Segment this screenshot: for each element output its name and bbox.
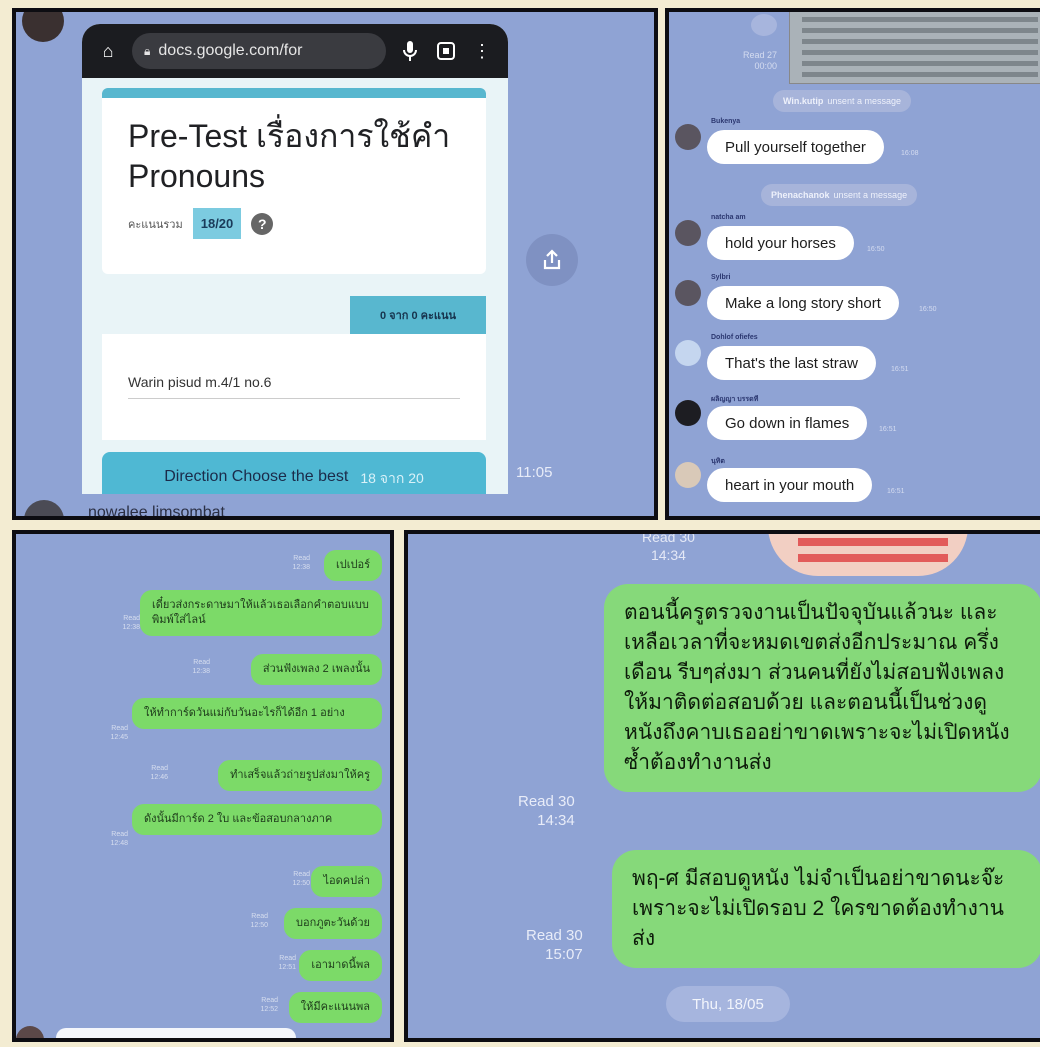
sender-name: natcha am	[711, 214, 746, 221]
avatar[interactable]	[24, 500, 64, 516]
message-bubble[interactable]: ตอนนี้ครูตรวจงานเป็นปัจจุบันแล้วนะ และเห…	[604, 584, 1040, 792]
date-separator: Thu, 18/05	[666, 986, 790, 1022]
read-receipt: Read 12:38	[192, 659, 210, 675]
message-time: 16:50	[919, 306, 937, 313]
message-bubble[interactable]: Make a long story short	[707, 286, 899, 320]
message-time: 16:51	[891, 366, 909, 373]
message-time: 11:05	[516, 464, 553, 481]
panel-teacher-chat-1: Read 12:38 เปเปอร์ Read 12:38 เดี๋ยวส่งก…	[12, 530, 394, 1042]
panel-google-form-screenshot: ⌂ 🔒︎ docs.google.com/for ⋮ Pre-Test เรื่…	[12, 8, 658, 520]
message-bubble[interactable]: ทำเสร็จแล้วถ่ายรูปส่งมาให้ครู	[218, 760, 382, 791]
message-bubble[interactable]: ไอดคปล่า	[311, 866, 382, 897]
read-receipt: Read 12:45	[110, 725, 128, 741]
sender-name: Sylbri	[711, 274, 731, 281]
avatar[interactable]	[16, 1026, 44, 1038]
notice-name: Phenachanok	[771, 190, 830, 200]
read-receipt: Read 30 14:34	[642, 530, 695, 563]
read-receipt: Read 12:46	[150, 765, 168, 781]
message-bubble[interactable]: พฤ-ศ มีสอบดูหนัง ไม่จำเป็นอย่าขาดนะจ๊ะเพ…	[612, 850, 1040, 968]
sender-name: Bukenya	[711, 118, 741, 125]
read-receipt: Read 27 00:00	[743, 50, 778, 71]
answer-text: Warin pisud m.4/1 no.6	[128, 374, 460, 399]
read-receipt: Read 12:50	[250, 913, 268, 929]
direction-bar: Direction Choose the best 18 จาก 20	[102, 452, 486, 494]
message-bubble[interactable]: เอามาดนี้พล	[299, 950, 382, 981]
read-receipt: Read 30 15:07	[526, 927, 583, 963]
read-receipt: Read 12:38	[122, 615, 140, 631]
read-receipt: Read 12:48	[110, 831, 128, 847]
avatar[interactable]	[675, 462, 701, 488]
read-receipt: Read 12:51	[278, 955, 296, 971]
direction-text: Direction Choose the best	[164, 468, 349, 485]
message-bubble[interactable]: ให้ทำการ์ดวันแม่กับวันอะไรก็ได้อีก 1 อย่…	[132, 698, 382, 729]
read-receipt: Read 12:52	[260, 997, 278, 1013]
browser-toolbar: ⌂ 🔒︎ docs.google.com/for ⋮	[82, 24, 508, 78]
sender-name: ผลิญญา บรรดที	[711, 396, 759, 403]
points-label: 0 จาก 0 คะแนน	[350, 296, 486, 334]
read-receipt: Read 12:50	[292, 871, 310, 887]
message-bubble[interactable]: บอกภูตะวันด้วย	[283, 908, 382, 939]
more-menu-icon[interactable]: ⋮	[470, 39, 494, 63]
system-notice: Phenachanok unsent a message	[761, 184, 918, 206]
message-bubble[interactable]: ดังนั้นมีการ์ด 2 ใบ และข้อสอบกลางภาค	[132, 804, 382, 835]
sticker-image	[768, 534, 968, 576]
score-badge: 18/20	[192, 208, 242, 239]
panel-teacher-chat-2: Read 30 14:34 Read 30 14:34 ตอนนี้ครูตรว…	[404, 530, 1040, 1042]
notice-text: unsent a message	[833, 190, 908, 200]
system-notice: Win.kutip unsent a message	[773, 90, 911, 112]
message-bubble-partial[interactable]	[56, 1028, 296, 1038]
score-row: คะแนนรวม 18/20 ?	[128, 208, 460, 239]
message-bubble[interactable]: ส่วนฟังเพลง 2 เพลงนั้น	[250, 654, 382, 685]
message-bubble[interactable]: Go down in flames	[707, 406, 868, 440]
read-receipt: Read 12:38	[292, 555, 310, 571]
home-icon[interactable]: ⌂	[96, 39, 120, 63]
form-header-card: Pre-Test เรื่องการใช้คำ Pronouns คะแนนรว…	[102, 88, 486, 274]
answer-card: Warin pisud m.4/1 no.6	[102, 334, 486, 440]
avatar[interactable]	[675, 280, 701, 306]
message-bubble[interactable]: ให้มีคะแนนพล	[288, 992, 382, 1023]
direction-score: 18 จาก 20	[360, 470, 424, 486]
avatar[interactable]	[675, 340, 701, 366]
share-button[interactable]	[526, 234, 578, 286]
message-bubble[interactable]: That's the last straw	[707, 346, 876, 380]
message-time: 16:51	[887, 488, 905, 495]
message-bubble[interactable]: heart in your mouth	[707, 468, 873, 502]
sender-name: นุทิต	[711, 458, 725, 465]
score-label: คะแนนรวม	[128, 218, 183, 231]
form-title: Pre-Test เรื่องการใช้คำ Pronouns	[128, 118, 451, 194]
message-bubble[interactable]: hold your horses	[707, 226, 854, 260]
avatar[interactable]	[22, 12, 64, 42]
read-receipt: Read 30 14:34	[518, 793, 575, 829]
help-icon[interactable]: ?	[251, 212, 274, 235]
sender-name: nowalee limsombat	[88, 504, 225, 520]
notice-name: Win.kutip	[783, 96, 824, 106]
address-bar[interactable]: 🔒︎ docs.google.com/for	[132, 33, 386, 69]
message-bubble[interactable]: เดี๋ยวส่งกระดาษมาให้แล้วเธอเลือกคำตอบแบบ…	[140, 590, 382, 636]
image-attachment[interactable]	[789, 12, 1040, 84]
notice-text: unsent a message	[827, 96, 901, 106]
message-bubble[interactable]: Pull yourself together	[707, 130, 884, 164]
avatar[interactable]	[675, 400, 701, 426]
camera-icon	[751, 14, 777, 36]
message-time: 16:08	[901, 150, 919, 157]
sender-name: Dohlof ofiefes	[711, 334, 758, 341]
share-icon	[543, 249, 561, 270]
lock-icon: 🔒︎	[144, 43, 151, 58]
microphone-icon[interactable]	[398, 39, 422, 63]
message-bubble[interactable]: เปเปอร์	[324, 550, 382, 581]
phone-browser: ⌂ 🔒︎ docs.google.com/for ⋮ Pre-Test เรื่…	[82, 24, 508, 494]
avatar[interactable]	[675, 124, 701, 150]
url-text: docs.google.com/for	[158, 42, 303, 59]
message-time: 16:50	[867, 246, 885, 253]
panel-group-chat-idioms: Read 27 00:00 Win.kutip unsent a message …	[665, 8, 1040, 520]
tab-switcher-icon[interactable]	[434, 39, 458, 63]
message-time: 16:51	[879, 426, 897, 433]
avatar[interactable]	[675, 220, 701, 246]
